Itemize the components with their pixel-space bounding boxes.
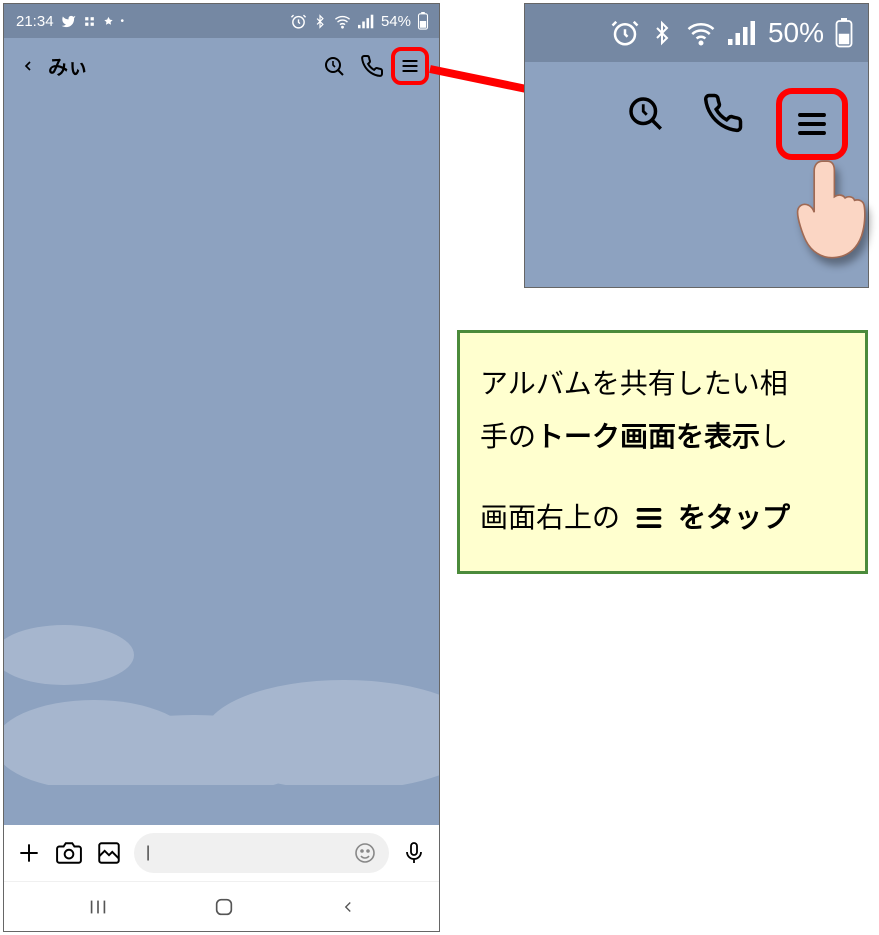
signal-icon <box>728 20 758 46</box>
mic-button[interactable] <box>399 838 429 868</box>
alarm-icon <box>290 13 307 30</box>
zoom-search-button[interactable] <box>620 88 670 138</box>
text-cursor: | <box>146 844 150 862</box>
note-line2-suffix: をタップ <box>678 491 790 544</box>
zoom-menu-button[interactable] <box>776 88 848 160</box>
bluetooth-icon <box>313 13 327 30</box>
more-dot-icon: • <box>121 16 125 27</box>
note-line1b-bold: トーク画面を表示 <box>536 421 760 452</box>
menu-icon <box>632 503 666 533</box>
add-button[interactable] <box>14 838 44 868</box>
zoom-call-button[interactable] <box>698 88 748 138</box>
note-line1b-prefix: 手の <box>480 421 536 452</box>
battery-icon <box>834 18 854 48</box>
back-nav-button[interactable] <box>339 896 357 918</box>
signal-icon <box>358 14 375 29</box>
instruction-note: アルバムを共有したい相 手のトーク画面を表示し 画面右上の をタップ <box>457 330 868 574</box>
notification-icon <box>83 15 96 28</box>
battery-icon <box>417 12 429 30</box>
zoom-status-bar: 50% <box>525 4 868 62</box>
phone-screenshot: 21:34 • 54% <box>3 3 440 932</box>
zoom-battery-text: 50% <box>768 17 824 49</box>
tap-hand-icon <box>794 154 870 261</box>
unknown-app-icon <box>103 15 114 28</box>
wifi-icon <box>333 13 352 30</box>
chat-header: みぃ <box>4 38 439 93</box>
gallery-button[interactable] <box>94 838 124 868</box>
chat-contact-name: みぃ <box>48 51 88 80</box>
search-button[interactable] <box>315 47 353 85</box>
message-input[interactable]: | <box>134 833 389 873</box>
home-button[interactable] <box>213 896 235 918</box>
camera-button[interactable] <box>54 838 84 868</box>
menu-button[interactable] <box>391 47 429 85</box>
call-button[interactable] <box>353 47 391 85</box>
note-line1b-suffix: し <box>760 421 788 452</box>
status-bar: 21:34 • 54% <box>4 4 439 38</box>
bluetooth-icon <box>650 18 674 48</box>
status-time: 21:34 <box>16 13 54 30</box>
note-line2-prefix: 画面右上の <box>480 491 620 544</box>
chat-body[interactable] <box>4 93 439 825</box>
back-button[interactable] <box>14 52 42 80</box>
input-bar: | <box>4 825 439 881</box>
wifi-icon <box>684 18 718 48</box>
cloud-decoration <box>4 605 439 785</box>
zoom-panel: 50% <box>524 3 869 288</box>
emoji-button[interactable] <box>353 841 377 865</box>
twitter-icon <box>61 14 76 29</box>
alarm-icon <box>610 18 640 48</box>
recents-button[interactable] <box>86 896 110 918</box>
android-nav-bar <box>4 881 439 931</box>
battery-text: 54% <box>381 13 411 30</box>
note-line1a: アルバムを共有したい相 <box>480 368 788 399</box>
